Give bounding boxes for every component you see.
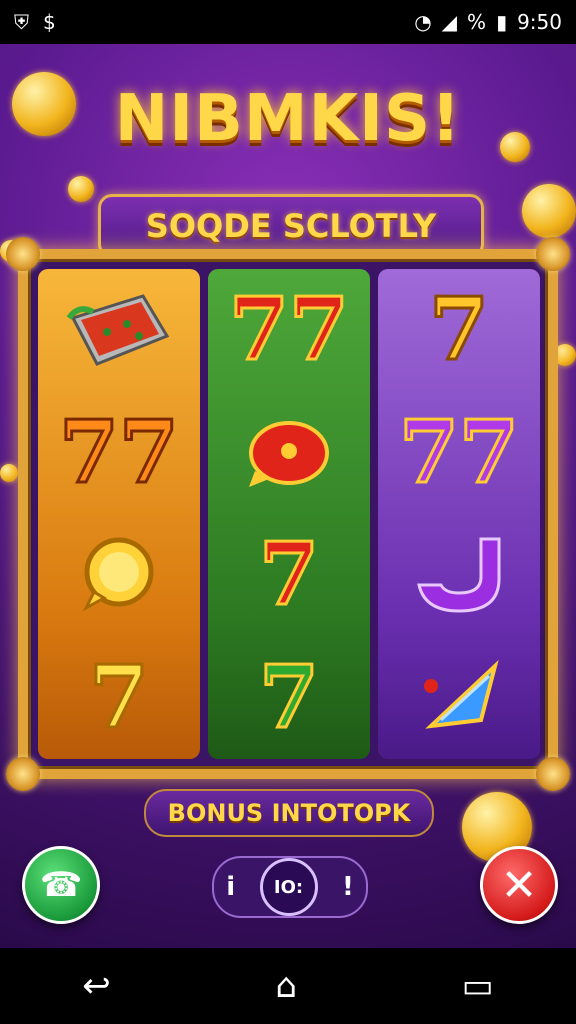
game-title: NIBMKIS!	[114, 82, 462, 156]
seven-symbol: 77	[228, 279, 351, 381]
bonus-banner: BONUS INTOTOPK	[144, 789, 434, 837]
info-button[interactable]: i	[226, 872, 235, 902]
coin-icon	[68, 176, 94, 202]
call-button[interactable]: ☎	[22, 846, 100, 924]
close-icon: ✕	[500, 859, 538, 911]
spin-button[interactable]: IO:	[259, 858, 318, 916]
watermelon-slice-icon	[59, 280, 179, 380]
seven-symbol: 7	[88, 646, 151, 748]
j-shape-symbol	[399, 525, 519, 625]
battery-icon: ▮	[496, 10, 508, 34]
alert-button[interactable]: !	[342, 872, 354, 902]
frame-corner-ornament	[6, 757, 40, 791]
status-left-icons: ⛨ $	[14, 10, 56, 34]
back-icon[interactable]: ↩	[82, 966, 111, 1006]
reel-1[interactable]: 77 7	[38, 269, 200, 759]
cherry-symbol	[229, 403, 349, 503]
phone-icon: ☎	[39, 865, 83, 905]
coin-symbol	[59, 525, 179, 625]
control-pill: i IO: !	[212, 856, 368, 918]
seven-symbol: 77	[58, 401, 181, 503]
seven-symbol: 7	[258, 524, 321, 626]
slot-machine-frame: 77 7 77 7 7 7 77	[6, 237, 570, 791]
close-button[interactable]: ✕	[480, 846, 558, 924]
battery-percent: %	[467, 10, 487, 34]
shield-icon: ⛨	[14, 10, 29, 34]
coin-icon	[0, 464, 18, 482]
subtitle-text: SOQDE SCLOTLY	[145, 207, 437, 245]
reel-2[interactable]: 77 7 7	[208, 269, 370, 759]
seven-symbol: 7	[428, 279, 491, 381]
slot-game-screen: NIBMKIS! SOQDE SCLOTLY 77 7 77 7 7 7 77 …	[0, 44, 576, 948]
home-icon[interactable]: ⌂	[275, 966, 297, 1006]
gem-symbol	[399, 648, 519, 748]
spin-button-label: IO:	[273, 876, 304, 898]
seven-symbol: 77	[398, 401, 521, 503]
status-right-icons: ◔ ◢ % ▮ 9:50	[414, 10, 562, 34]
seven-symbol: 7	[258, 646, 321, 748]
dollar-icon: $	[43, 10, 56, 34]
wifi-icon: ◔	[414, 10, 432, 34]
frame-corner-ornament	[6, 237, 40, 271]
frame-corner-ornament	[536, 757, 570, 791]
frame-corner-ornament	[536, 237, 570, 271]
clock: 9:50	[517, 10, 562, 34]
reel-3[interactable]: 7 77	[378, 269, 540, 759]
recents-icon[interactable]: ▭	[462, 966, 494, 1006]
coin-icon	[522, 184, 576, 238]
bonus-label: BONUS INTOTOPK	[167, 799, 411, 827]
status-bar: ⛨ $ ◔ ◢ % ▮ 9:50	[0, 0, 576, 44]
signal-icon: ◢	[441, 10, 458, 34]
android-nav-bar: ↩ ⌂ ▭	[0, 948, 576, 1024]
